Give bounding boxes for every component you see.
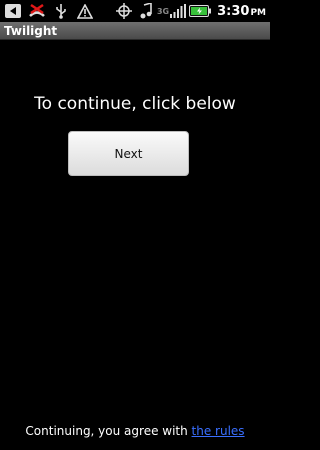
gps-icon <box>115 2 133 20</box>
missed-call-icon <box>28 2 46 20</box>
app-title: Twilight <box>4 23 58 38</box>
usb-icon <box>52 2 70 20</box>
warning-icon <box>76 2 94 20</box>
terms-footer: Continuing, you agree with the rules <box>0 424 270 438</box>
status-bar-right: 3G 3:30PM <box>115 0 266 22</box>
back-icon <box>4 2 22 20</box>
terms-text: Continuing, you agree with <box>25 424 192 438</box>
next-button[interactable]: Next <box>68 131 189 176</box>
battery-icon <box>189 2 212 20</box>
app-screen: 3G 3:30PM Twilight To continue, click be… <box>0 0 270 450</box>
network-label: 3G <box>156 6 170 16</box>
status-time: 3:30PM <box>217 3 266 19</box>
status-bar: 3G 3:30PM <box>0 0 270 22</box>
music-icon <box>137 2 155 20</box>
continue-prompt: To continue, click below <box>34 94 236 114</box>
rules-link[interactable]: the rules <box>192 424 245 438</box>
signal-icon <box>170 2 187 20</box>
title-bar: Twilight <box>0 22 270 40</box>
